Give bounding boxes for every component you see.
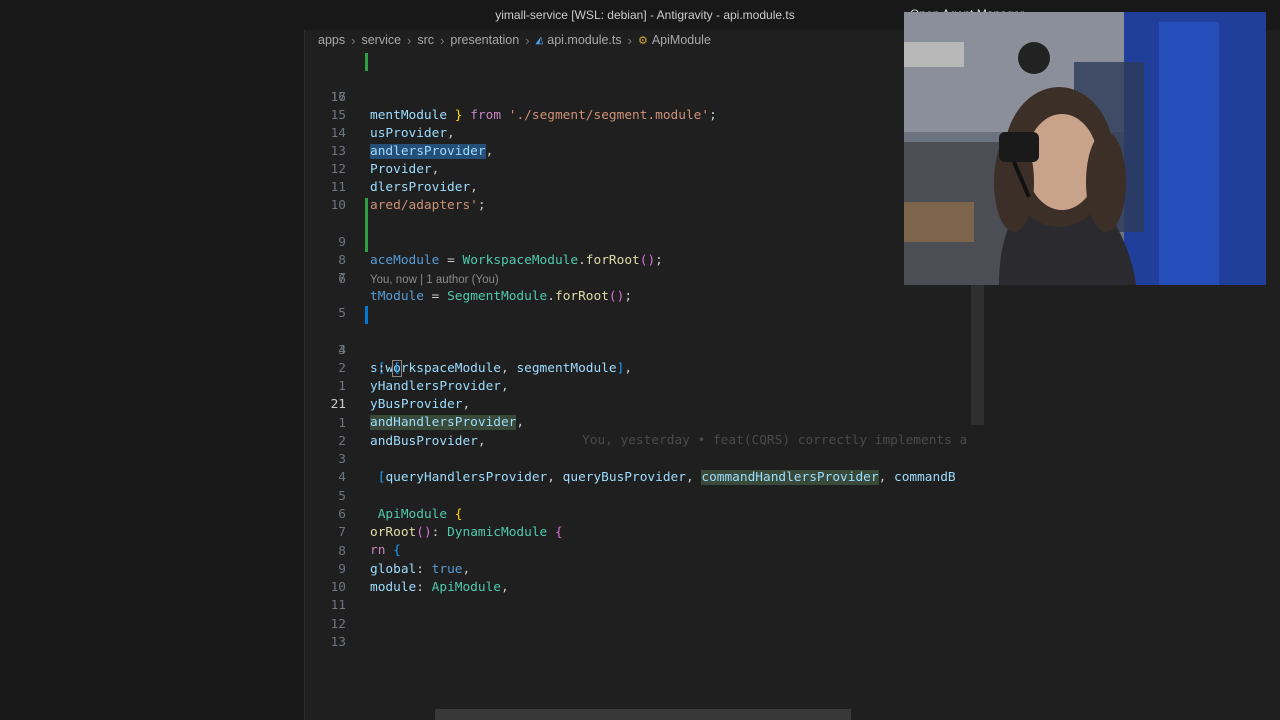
code-line[interactable]: 5 ApiModule { (305, 470, 985, 522)
code-line[interactable]: 7 tModule = SegmentModule.forRoot(); (305, 234, 985, 304)
chevron-right-icon: › (440, 32, 445, 48)
code-line[interactable]: 3 s: [ (305, 324, 985, 377)
chevron-right-icon: › (627, 32, 632, 48)
webcam-overlay (904, 12, 1266, 285)
webcam-feed (904, 12, 1266, 285)
breadcrumb-presentation[interactable]: presentation (450, 33, 519, 47)
git-modified-marker (365, 306, 368, 324)
code-line[interactable]: 12 dlersProvider, (305, 143, 985, 195)
code-line[interactable]: 8 global: true, (305, 525, 985, 577)
code-line[interactable]: 4 [workspaceModule, segmentModule], (305, 306, 985, 376)
vertical-scrollbar[interactable] (971, 285, 984, 425)
git-added-marker (365, 234, 368, 252)
code-line[interactable]: 11 (305, 579, 985, 613)
chevron-right-icon: › (351, 32, 356, 48)
code-line[interactable]: 10 (305, 561, 985, 595)
code-line[interactable]: 4 (305, 451, 985, 485)
breadcrumb-service[interactable]: service (361, 33, 401, 47)
code-line[interactable]: 1 andBusProvider, (305, 397, 985, 449)
code-line[interactable]: 1 yBusProvider, (305, 360, 985, 412)
code-line[interactable]: 6 (305, 253, 985, 287)
code-line[interactable]: 13 (305, 616, 985, 650)
code-line[interactable]: 10 (305, 179, 985, 213)
code-editor[interactable]: 17 mentModule } from './segment/segment.… (305, 52, 985, 707)
breadcrumb-symbol[interactable]: ApiModule (652, 33, 711, 47)
breadcrumb: apps › service › src › presentation › ◭ … (318, 30, 918, 50)
chevron-right-icon: › (407, 32, 412, 48)
horizontal-scrollbar[interactable] (435, 709, 851, 720)
code-line[interactable]: 7 rn { (305, 506, 985, 558)
line-number: 13 (330, 635, 346, 650)
git-added-marker (365, 216, 368, 234)
code-line[interactable]: 11 ared/adapters'; (305, 161, 985, 213)
side-panel (0, 30, 305, 720)
code-line[interactable]: 8 (305, 216, 985, 268)
code-line[interactable]: 17 mentModule } from './segment/segment.… (305, 53, 985, 123)
code-line[interactable]: 9 module: ApiModule, (305, 543, 985, 595)
git-added-marker (365, 198, 368, 216)
class-symbol-icon: ⚙ (637, 34, 648, 47)
typescript-icon: ◭ (535, 34, 544, 46)
git-added-marker (365, 53, 368, 71)
breadcrumb-src[interactable]: src (417, 33, 434, 47)
code-line[interactable]: 16 (305, 71, 985, 105)
code-line[interactable]: 2 (305, 415, 985, 449)
code-line[interactable]: 14 andlersProvider, (305, 107, 985, 159)
breadcrumb-file[interactable]: api.module.ts (547, 33, 621, 47)
code-line[interactable]: 9 aceModule = WorkspaceModule.forRoot(); (305, 198, 985, 268)
chevron-right-icon: › (525, 32, 530, 48)
breadcrumb-apps[interactable]: apps (318, 33, 345, 47)
code-line[interactable]: 5 (305, 287, 985, 321)
code-line[interactable]: 3 [queryHandlersProvider, queryBusProvid… (305, 433, 985, 485)
code-line[interactable]: 13 Provider, (305, 125, 985, 177)
current-code-line[interactable]: 21 andHandlersProvider, You, yesterday •… (305, 378, 985, 448)
code-line[interactable]: 2 yHandlersProvider, (305, 342, 985, 394)
code-line[interactable]: 12 (305, 598, 985, 632)
code-line[interactable]: 15 usProvider, (305, 89, 985, 141)
code-line[interactable]: 6 orRoot(): DynamicModule { (305, 488, 985, 540)
